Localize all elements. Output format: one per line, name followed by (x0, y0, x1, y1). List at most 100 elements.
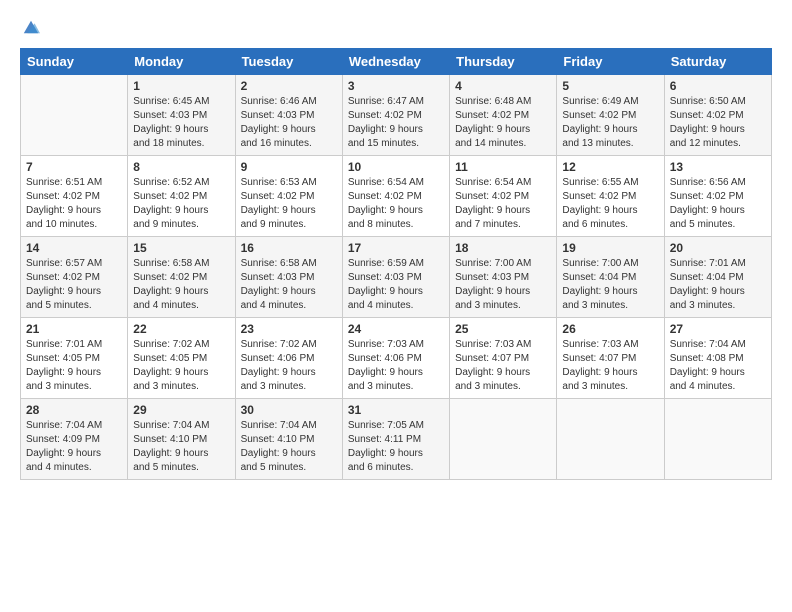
day-info: Sunrise: 7:00 AMSunset: 4:04 PMDaylight:… (562, 257, 658, 313)
calendar-day-cell: 6 Sunrise: 6:50 AMSunset: 4:02 PMDaylight… (664, 75, 771, 156)
calendar-day-cell: 9Sunrise: 6:53 AMSunset: 4:02 PMDaylight… (235, 156, 342, 237)
calendar-day-cell: 10Sunrise: 6:54 AMSunset: 4:02 PMDayligh… (342, 156, 449, 237)
calendar-day-cell: 19 Sunrise: 7:00 AMSunset: 4:04 PMDayligh… (557, 237, 664, 318)
calendar-day-header: Thursday (450, 49, 557, 75)
day-info: Sunrise: 7:03 AMSunset: 4:07 PMDaylight:… (562, 338, 658, 394)
day-info: Sunrise: 7:04 AMSunset: 4:10 PMDaylight:… (241, 419, 337, 475)
calendar-day-cell: 26 Sunrise: 7:03 AMSunset: 4:07 PMDayligh… (557, 318, 664, 399)
day-number: 28 (26, 403, 122, 417)
day-number: 29 (133, 403, 229, 417)
calendar-day-cell: 28 Sunrise: 7:04 AMSunset: 4:09 PMDayligh… (21, 399, 128, 480)
calendar-day-cell: 31 Sunrise: 7:05 AMSunset: 4:11 PMDayligh… (342, 399, 449, 480)
day-number: 19 (562, 241, 658, 255)
calendar-day-cell: 29 Sunrise: 7:04 AMSunset: 4:10 PMDayligh… (128, 399, 235, 480)
day-number: 2 (241, 79, 337, 93)
day-info: Sunrise: 6:59 AMSunset: 4:03 PMDaylight:… (348, 257, 444, 313)
day-number: 12 (562, 160, 658, 174)
calendar-day-cell: 4Sunrise: 6:48 AMSunset: 4:02 PMDaylight… (450, 75, 557, 156)
day-number: 23 (241, 322, 337, 336)
day-number: 11 (455, 160, 551, 174)
day-info: Sunrise: 7:01 AMSunset: 4:05 PMDaylight:… (26, 338, 122, 394)
calendar-week-row: 1Sunrise: 6:45 AMSunset: 4:03 PMDaylight… (21, 75, 772, 156)
calendar-day-cell: 25 Sunrise: 7:03 AMSunset: 4:07 PMDayligh… (450, 318, 557, 399)
day-info: Sunrise: 7:03 AMSunset: 4:06 PMDaylight:… (348, 338, 444, 394)
calendar-day-cell (664, 399, 771, 480)
day-info: Sunrise: 7:04 AMSunset: 4:08 PMDaylight:… (670, 338, 766, 394)
day-number: 3 (348, 79, 444, 93)
day-number: 9 (241, 160, 337, 174)
day-number: 8 (133, 160, 229, 174)
day-number: 5 (562, 79, 658, 93)
day-info: Sunrise: 7:03 AMSunset: 4:07 PMDaylight:… (455, 338, 551, 394)
day-info: Sunrise: 6:52 AMSunset: 4:02 PMDaylight:… (133, 176, 229, 232)
calendar-week-row: 14 Sunrise: 6:57 AMSunset: 4:02 PMDayligh… (21, 237, 772, 318)
calendar-day-cell: 27Sunrise: 7:04 AMSunset: 4:08 PMDayligh… (664, 318, 771, 399)
day-info: Sunrise: 7:04 AMSunset: 4:09 PMDaylight:… (26, 419, 122, 475)
calendar-day-header: Tuesday (235, 49, 342, 75)
day-number: 26 (562, 322, 658, 336)
calendar-day-cell (21, 75, 128, 156)
day-info: Sunrise: 6:57 AMSunset: 4:02 PMDaylight:… (26, 257, 122, 313)
calendar-day-header: Sunday (21, 49, 128, 75)
header (20, 18, 772, 36)
calendar-day-cell: 22 Sunrise: 7:02 AMSunset: 4:05 PMDayligh… (128, 318, 235, 399)
calendar-day-cell: 13 Sunrise: 6:56 AMSunset: 4:02 PMDayligh… (664, 156, 771, 237)
day-number: 24 (348, 322, 444, 336)
day-info: Sunrise: 6:58 AMSunset: 4:03 PMDaylight:… (241, 257, 337, 313)
calendar-day-cell: 16 Sunrise: 6:58 AMSunset: 4:03 PMDayligh… (235, 237, 342, 318)
day-info: Sunrise: 6:51 AMSunset: 4:02 PMDaylight:… (26, 176, 122, 232)
day-info: Sunrise: 7:02 AMSunset: 4:05 PMDaylight:… (133, 338, 229, 394)
day-number: 16 (241, 241, 337, 255)
calendar-week-row: 28 Sunrise: 7:04 AMSunset: 4:09 PMDayligh… (21, 399, 772, 480)
day-number: 18 (455, 241, 551, 255)
day-number: 20 (670, 241, 766, 255)
day-number: 10 (348, 160, 444, 174)
calendar-day-cell: 30 Sunrise: 7:04 AMSunset: 4:10 PMDayligh… (235, 399, 342, 480)
calendar-day-cell: 17 Sunrise: 6:59 AMSunset: 4:03 PMDayligh… (342, 237, 449, 318)
day-number: 6 (670, 79, 766, 93)
calendar-day-header: Friday (557, 49, 664, 75)
calendar-day-cell: 3 Sunrise: 6:47 AMSunset: 4:02 PMDaylight… (342, 75, 449, 156)
day-number: 4 (455, 79, 551, 93)
logo-text (20, 18, 40, 36)
calendar-day-cell: 15 Sunrise: 6:58 AMSunset: 4:02 PMDayligh… (128, 237, 235, 318)
calendar-day-header: Saturday (664, 49, 771, 75)
calendar-day-cell: 21 Sunrise: 7:01 AMSunset: 4:05 PMDayligh… (21, 318, 128, 399)
calendar-day-cell: 20 Sunrise: 7:01 AMSunset: 4:04 PMDayligh… (664, 237, 771, 318)
day-number: 17 (348, 241, 444, 255)
calendar-day-cell: 11 Sunrise: 6:54 AMSunset: 4:02 PMDayligh… (450, 156, 557, 237)
day-number: 22 (133, 322, 229, 336)
day-info: Sunrise: 7:00 AMSunset: 4:03 PMDaylight:… (455, 257, 551, 313)
day-number: 14 (26, 241, 122, 255)
calendar-week-row: 7Sunrise: 6:51 AMSunset: 4:02 PMDaylight… (21, 156, 772, 237)
day-info: Sunrise: 6:45 AMSunset: 4:03 PMDaylight:… (133, 95, 229, 151)
day-info: Sunrise: 6:56 AMSunset: 4:02 PMDaylight:… (670, 176, 766, 232)
day-info: Sunrise: 6:49 AMSunset: 4:02 PMDaylight:… (562, 95, 658, 151)
calendar-day-cell: 5 Sunrise: 6:49 AMSunset: 4:02 PMDaylight… (557, 75, 664, 156)
calendar-day-cell: 14 Sunrise: 6:57 AMSunset: 4:02 PMDayligh… (21, 237, 128, 318)
day-number: 25 (455, 322, 551, 336)
day-info: Sunrise: 7:01 AMSunset: 4:04 PMDaylight:… (670, 257, 766, 313)
page-container: SundayMondayTuesdayWednesdayThursdayFrid… (0, 0, 792, 612)
day-info: Sunrise: 7:04 AMSunset: 4:10 PMDaylight:… (133, 419, 229, 475)
calendar-day-cell: 18 Sunrise: 7:00 AMSunset: 4:03 PMDayligh… (450, 237, 557, 318)
calendar-day-cell: 24 Sunrise: 7:03 AMSunset: 4:06 PMDayligh… (342, 318, 449, 399)
day-info: Sunrise: 6:58 AMSunset: 4:02 PMDaylight:… (133, 257, 229, 313)
calendar-day-cell: 7Sunrise: 6:51 AMSunset: 4:02 PMDaylight… (21, 156, 128, 237)
day-number: 31 (348, 403, 444, 417)
day-info: Sunrise: 6:50 AMSunset: 4:02 PMDaylight:… (670, 95, 766, 151)
day-number: 15 (133, 241, 229, 255)
logo-icon (22, 18, 40, 36)
day-info: Sunrise: 6:54 AMSunset: 4:02 PMDaylight:… (455, 176, 551, 232)
day-info: Sunrise: 6:46 AMSunset: 4:03 PMDaylight:… (241, 95, 337, 151)
calendar-day-cell (557, 399, 664, 480)
day-info: Sunrise: 7:05 AMSunset: 4:11 PMDaylight:… (348, 419, 444, 475)
day-info: Sunrise: 6:47 AMSunset: 4:02 PMDaylight:… (348, 95, 444, 151)
calendar-week-row: 21 Sunrise: 7:01 AMSunset: 4:05 PMDayligh… (21, 318, 772, 399)
calendar-day-cell: 8 Sunrise: 6:52 AMSunset: 4:02 PMDaylight… (128, 156, 235, 237)
day-number: 13 (670, 160, 766, 174)
day-number: 21 (26, 322, 122, 336)
day-info: Sunrise: 6:55 AMSunset: 4:02 PMDaylight:… (562, 176, 658, 232)
day-number: 30 (241, 403, 337, 417)
calendar-day-cell: 1Sunrise: 6:45 AMSunset: 4:03 PMDaylight… (128, 75, 235, 156)
